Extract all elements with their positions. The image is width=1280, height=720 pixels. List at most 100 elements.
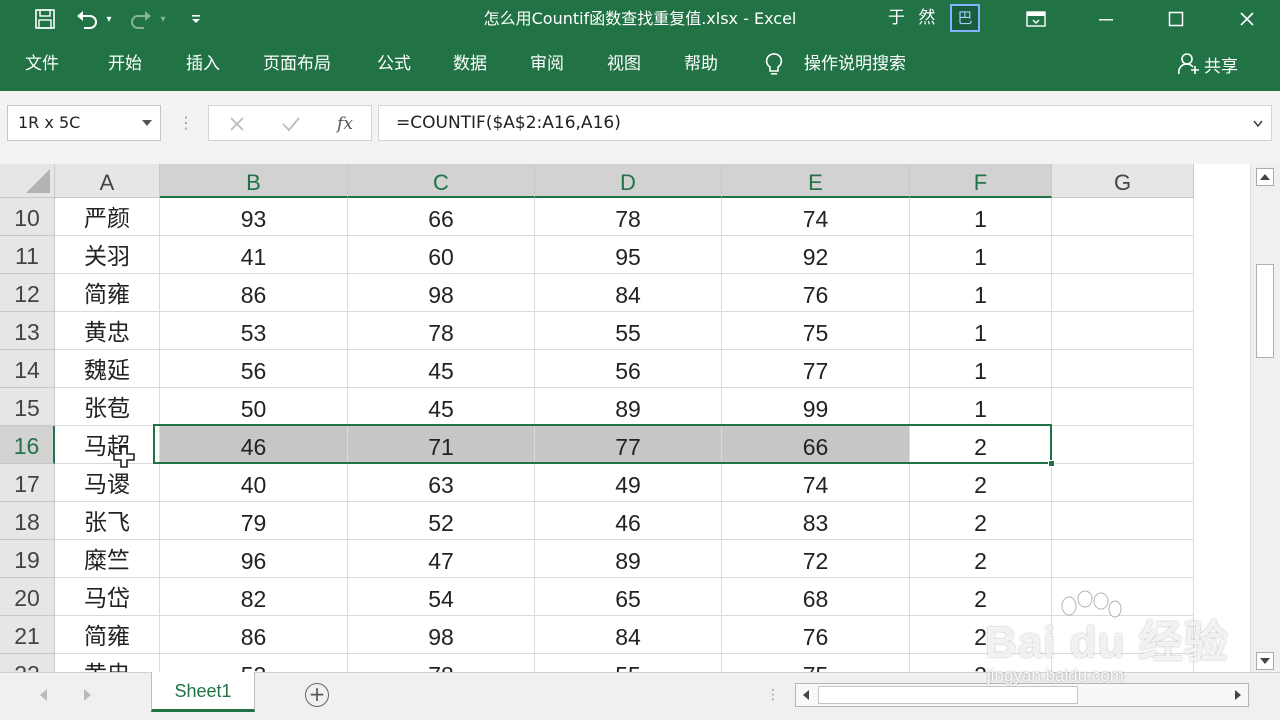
cell-g18[interactable]: [1052, 502, 1194, 540]
cell-a18[interactable]: 张飞: [55, 502, 160, 540]
cell-e13[interactable]: 75: [722, 312, 910, 350]
tab-split-handle-icon[interactable]: ⋮: [766, 685, 780, 705]
cell-f19[interactable]: 2: [910, 540, 1052, 578]
cell-a20[interactable]: 马岱: [55, 578, 160, 616]
cell-c11[interactable]: 60: [348, 236, 535, 274]
cell-f20[interactable]: 2: [910, 578, 1052, 616]
cell-b11[interactable]: 41: [160, 236, 348, 274]
cell-b21[interactable]: 86: [160, 616, 348, 654]
row-header[interactable]: 20: [0, 578, 55, 616]
cell-g12[interactable]: [1052, 274, 1194, 312]
cell-g19[interactable]: [1052, 540, 1194, 578]
enter-check-icon[interactable]: [277, 111, 305, 137]
cell-d10[interactable]: 78: [535, 198, 722, 236]
row-header[interactable]: 13: [0, 312, 55, 350]
cell-g10[interactable]: [1052, 198, 1194, 236]
name-box[interactable]: 1R x 5C: [7, 105, 161, 141]
redo-dropdown-icon[interactable]: ▾: [156, 4, 170, 34]
add-sheet-icon[interactable]: +: [305, 683, 329, 707]
chevron-down-icon[interactable]: [142, 120, 152, 126]
cell-c13[interactable]: 78: [348, 312, 535, 350]
cell-c16[interactable]: 71: [348, 426, 535, 464]
cell-b18[interactable]: 79: [160, 502, 348, 540]
cell-e18[interactable]: 83: [722, 502, 910, 540]
cell-a12[interactable]: 简雍: [55, 274, 160, 312]
cell-c14[interactable]: 45: [348, 350, 535, 388]
cell-c15[interactable]: 45: [348, 388, 535, 426]
cell-f12[interactable]: 1: [910, 274, 1052, 312]
row-header[interactable]: 22: [0, 654, 55, 672]
more-options-icon[interactable]: ⋮: [178, 113, 194, 133]
tab-review[interactable]: 审阅: [530, 50, 564, 78]
cell-b15[interactable]: 50: [160, 388, 348, 426]
save-icon[interactable]: [30, 4, 60, 34]
cell-c19[interactable]: 47: [348, 540, 535, 578]
prev-sheet-icon[interactable]: [40, 689, 47, 701]
tab-data[interactable]: 数据: [453, 50, 487, 78]
account-name[interactable]: 于 然: [888, 0, 939, 38]
tell-me-search[interactable]: 操作说明搜索: [804, 50, 906, 78]
tab-home[interactable]: 开始: [108, 50, 142, 78]
cell-g13[interactable]: [1052, 312, 1194, 350]
cell-a17[interactable]: 马谡: [55, 464, 160, 502]
column-header-c[interactable]: C: [348, 164, 535, 198]
cell-d11[interactable]: 95: [535, 236, 722, 274]
cell-b14[interactable]: 56: [160, 350, 348, 388]
cell-e10[interactable]: 74: [722, 198, 910, 236]
cell-c12[interactable]: 98: [348, 274, 535, 312]
column-header-f[interactable]: F: [910, 164, 1052, 198]
cell-f11[interactable]: 1: [910, 236, 1052, 274]
vertical-scrollbar[interactable]: [1250, 164, 1280, 672]
cell-e11[interactable]: 92: [722, 236, 910, 274]
column-header-e[interactable]: E: [722, 164, 910, 198]
cell-e19[interactable]: 72: [722, 540, 910, 578]
cell-e16[interactable]: 66: [722, 426, 910, 464]
cell-b16[interactable]: 46: [160, 426, 348, 464]
cell-f13[interactable]: 1: [910, 312, 1052, 350]
row-header[interactable]: 16: [0, 426, 55, 464]
close-icon[interactable]: [1224, 0, 1270, 38]
column-header-g[interactable]: G: [1052, 164, 1194, 198]
tab-view[interactable]: 视图: [607, 50, 641, 78]
column-header-d[interactable]: D: [535, 164, 722, 198]
cell-f18[interactable]: 2: [910, 502, 1052, 540]
cell-d18[interactable]: 46: [535, 502, 722, 540]
cell-f21[interactable]: 2: [910, 616, 1052, 654]
cell-b12[interactable]: 86: [160, 274, 348, 312]
cell-b13[interactable]: 53: [160, 312, 348, 350]
cell-a14[interactable]: 魏延: [55, 350, 160, 388]
customize-toolbar-icon[interactable]: [186, 4, 206, 34]
undo-icon[interactable]: [72, 4, 102, 34]
cell-a22[interactable]: 黄忠: [55, 654, 160, 672]
cancel-icon[interactable]: [223, 111, 251, 137]
lightbulb-icon[interactable]: [764, 52, 784, 82]
cell-g20[interactable]: [1052, 578, 1194, 616]
insert-function-icon[interactable]: fx: [331, 111, 359, 137]
cell-a19[interactable]: 糜竺: [55, 540, 160, 578]
cell-b20[interactable]: 82: [160, 578, 348, 616]
cell-d14[interactable]: 56: [535, 350, 722, 388]
cell-f16[interactable]: 2: [910, 426, 1052, 464]
horizontal-scroll-thumb[interactable]: [818, 686, 1078, 704]
row-header[interactable]: 12: [0, 274, 55, 312]
cell-c17[interactable]: 63: [348, 464, 535, 502]
cell-d17[interactable]: 49: [535, 464, 722, 502]
scroll-down-icon[interactable]: [1256, 652, 1274, 670]
cell-c22[interactable]: 78: [348, 654, 535, 672]
cell-d19[interactable]: 89: [535, 540, 722, 578]
cell-g22[interactable]: [1052, 654, 1194, 672]
cell-b10[interactable]: 93: [160, 198, 348, 236]
column-header-b[interactable]: B: [160, 164, 348, 198]
cell-d22[interactable]: 55: [535, 654, 722, 672]
row-header[interactable]: 19: [0, 540, 55, 578]
vertical-scroll-thumb[interactable]: [1256, 264, 1274, 358]
cell-c21[interactable]: 98: [348, 616, 535, 654]
cell-f17[interactable]: 2: [910, 464, 1052, 502]
maximize-icon[interactable]: [1153, 0, 1199, 38]
cell-e15[interactable]: 99: [722, 388, 910, 426]
cell-e20[interactable]: 68: [722, 578, 910, 616]
tab-page-layout[interactable]: 页面布局: [263, 50, 331, 78]
column-header-a[interactable]: A: [55, 164, 160, 198]
formula-input[interactable]: =COUNTIF($A$2:A16,A16): [378, 105, 1272, 141]
cell-d15[interactable]: 89: [535, 388, 722, 426]
